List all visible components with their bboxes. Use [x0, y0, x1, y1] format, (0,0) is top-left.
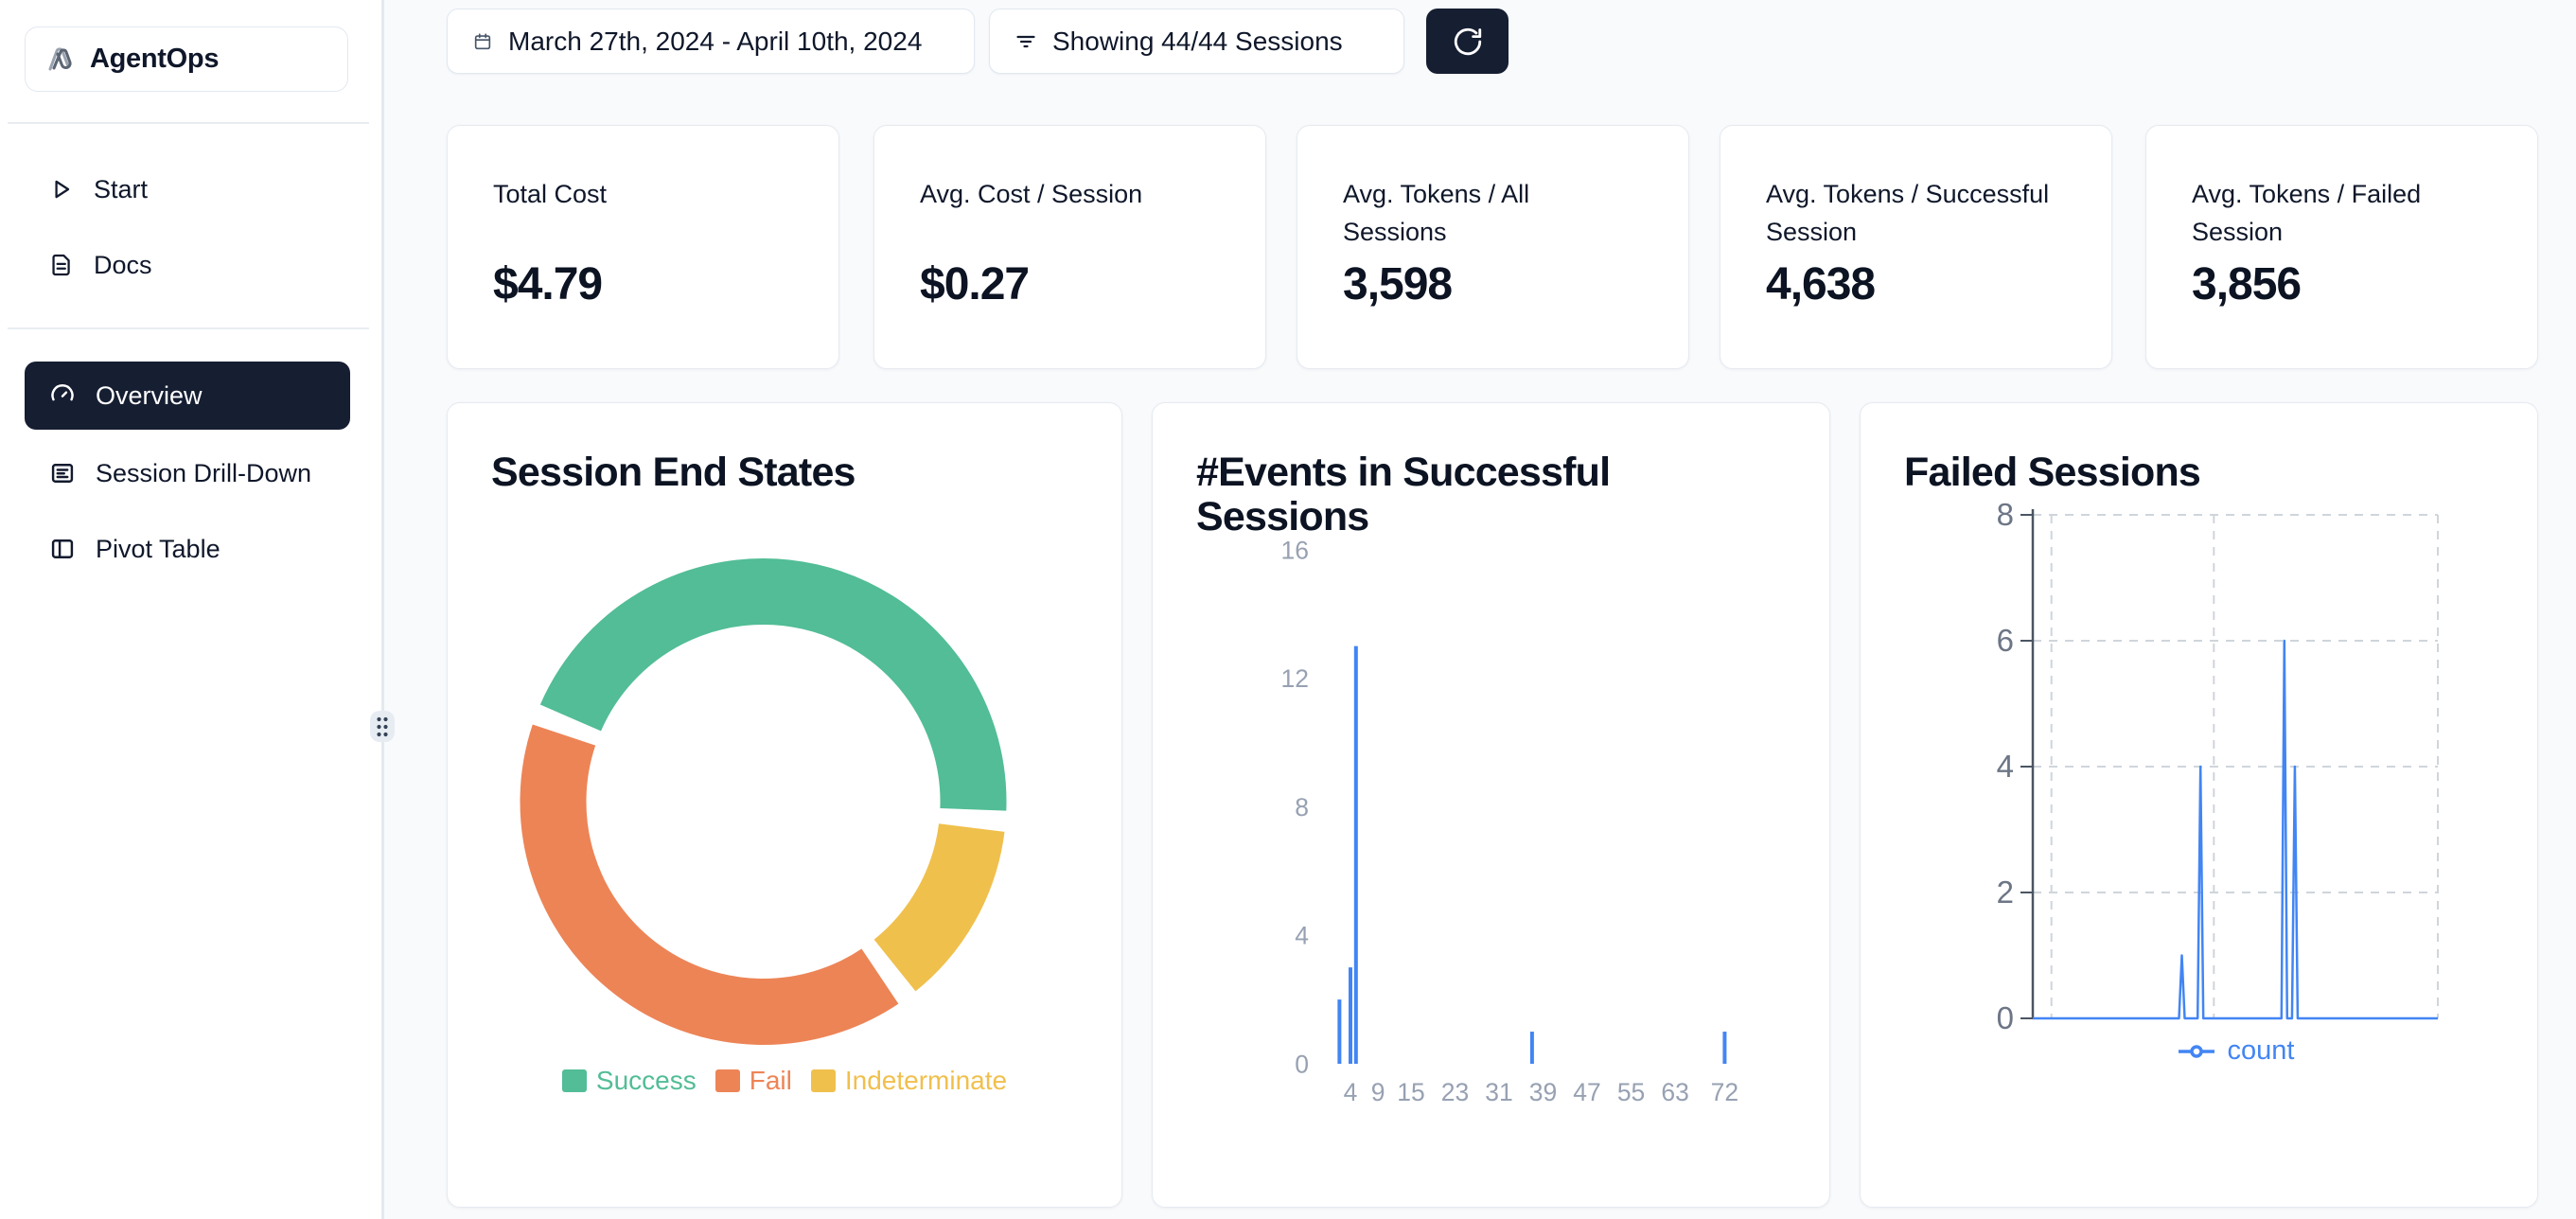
legend-label: Indeterminate	[845, 1066, 1007, 1096]
agentops-dashboard: { "app": { "background": "#f8fafc", "acc…	[0, 0, 2576, 1219]
svg-text:8: 8	[1997, 497, 2014, 532]
date-range-button[interactable]: March 27th, 2024 - April 10th, 2024	[447, 9, 975, 74]
refresh-icon	[1452, 26, 1484, 58]
svg-text:23: 23	[1441, 1078, 1469, 1106]
legend-swatch-success	[562, 1069, 587, 1092]
stat-value: 3,856	[2192, 258, 2301, 310]
line-marker-icon	[2177, 1044, 2216, 1059]
stat-label: Total Cost	[493, 175, 805, 213]
sidebar-item-label: Session Drill-Down	[96, 459, 311, 488]
sidebar-item-label: Pivot Table	[96, 535, 221, 564]
svg-text:8: 8	[1295, 793, 1309, 822]
sidebar-item-label: Start	[94, 175, 148, 204]
sidebar-divider	[8, 122, 369, 124]
svg-text:12: 12	[1281, 664, 1309, 693]
sidebar: AgentOps Start Docs Overview Session D	[0, 0, 381, 1219]
sidebar-item-pivot-table[interactable]: Pivot Table	[25, 519, 350, 579]
play-icon	[49, 177, 74, 202]
legend-label: count	[2228, 1035, 2295, 1067]
svg-text:9: 9	[1371, 1078, 1385, 1106]
svg-text:72: 72	[1711, 1078, 1738, 1106]
sidebar-item-docs[interactable]: Docs	[25, 239, 350, 291]
stat-value: $4.79	[493, 258, 602, 310]
sidebar-divider	[8, 327, 369, 329]
docs-icon	[49, 253, 74, 277]
sidebar-item-start[interactable]: Start	[25, 164, 350, 215]
gauge-icon	[49, 382, 76, 409]
svg-text:2: 2	[1997, 874, 2014, 910]
sidebar-item-overview[interactable]: Overview	[25, 362, 350, 430]
stat-value: 4,638	[1766, 258, 1875, 310]
svg-text:0: 0	[1295, 1051, 1309, 1079]
agentops-logo-icon	[43, 43, 77, 77]
stat-label: Avg. Tokens / Successful Session	[1766, 175, 2078, 251]
line-legend: count	[2033, 1035, 2438, 1067]
stat-card-avg-tokens-failed: Avg. Tokens / Failed Session 3,856	[2145, 125, 2538, 369]
stat-card-avg-tokens-successful: Avg. Tokens / Successful Session 4,638	[1720, 125, 2112, 369]
sessions-filter-button[interactable]: Showing 44/44 Sessions	[989, 9, 1404, 74]
chart-title: Failed Sessions	[1904, 450, 2200, 495]
svg-text:31: 31	[1485, 1078, 1512, 1106]
sidebar-drag-handle[interactable]	[370, 711, 395, 742]
svg-text:6: 6	[1997, 623, 2014, 658]
sidebar-resize-divider	[381, 0, 384, 1219]
brand-logo-card[interactable]: AgentOps	[25, 26, 348, 92]
legend-label: Fail	[750, 1066, 792, 1096]
sidebar-item-label: Docs	[94, 251, 152, 280]
stat-value: 3,598	[1343, 258, 1452, 310]
stat-label: Avg. Tokens / Failed Session	[2192, 175, 2504, 251]
legend-swatch-fail	[715, 1069, 740, 1092]
filter-icon	[1015, 30, 1037, 53]
panel-left-icon	[49, 536, 76, 562]
svg-text:4: 4	[1997, 749, 2014, 784]
svg-text:39: 39	[1529, 1078, 1557, 1106]
svg-text:4: 4	[1295, 922, 1309, 950]
svg-text:15: 15	[1397, 1078, 1424, 1106]
svg-text:47: 47	[1573, 1078, 1600, 1106]
list-icon	[49, 460, 76, 486]
svg-text:55: 55	[1617, 1078, 1645, 1106]
sessions-filter-label: Showing 44/44 Sessions	[1052, 26, 1343, 57]
svg-text:63: 63	[1661, 1078, 1688, 1106]
legend-item-fail: Fail	[715, 1066, 792, 1096]
calendar-icon	[472, 31, 493, 52]
sidebar-item-label: Overview	[96, 381, 203, 411]
stat-label: Avg. Cost / Session	[920, 175, 1232, 213]
chart-card-failed-sessions: 0 2 4 6 8 Failed Sessions count	[1860, 402, 2538, 1208]
svg-text:0: 0	[1997, 1000, 2014, 1035]
legend-item-success: Success	[562, 1066, 697, 1096]
chart-card-session-end-states: Session End States Success Fail Indeterm…	[447, 402, 1122, 1208]
donut-legend: Success Fail Indeterminate	[448, 1066, 1121, 1096]
date-range-label: March 27th, 2024 - April 10th, 2024	[508, 26, 922, 57]
sidebar-item-session-drill-down[interactable]: Session Drill-Down	[25, 443, 350, 504]
stat-value: $0.27	[920, 258, 1029, 310]
legend-label: Success	[596, 1066, 697, 1096]
stat-card-avg-tokens-all: Avg. Tokens / All Sessions 3,598	[1297, 125, 1689, 369]
refresh-button[interactable]	[1426, 9, 1509, 74]
grip-dots-icon	[373, 715, 392, 739]
failed-sessions-line-chart: 0 2 4 6 8	[1861, 403, 2539, 1209]
brand-name: AgentOps	[90, 44, 219, 75]
stat-label: Avg. Tokens / All Sessions	[1343, 175, 1655, 251]
stat-card-total-cost: Total Cost $4.79	[447, 125, 839, 369]
chart-card-events-in-successful-sessions: 0481216491523313947556372 #Events in Suc…	[1152, 402, 1830, 1208]
svg-text:4: 4	[1344, 1078, 1358, 1106]
stat-card-avg-cost-session: Avg. Cost / Session $0.27	[873, 125, 1266, 369]
legend-item-indeterminate: Indeterminate	[811, 1066, 1007, 1096]
svg-text:16: 16	[1281, 536, 1309, 564]
chart-title: #Events in Successful Sessions	[1196, 450, 1610, 539]
legend-swatch-indeterminate	[811, 1069, 836, 1092]
chart-title: Session End States	[491, 450, 856, 495]
